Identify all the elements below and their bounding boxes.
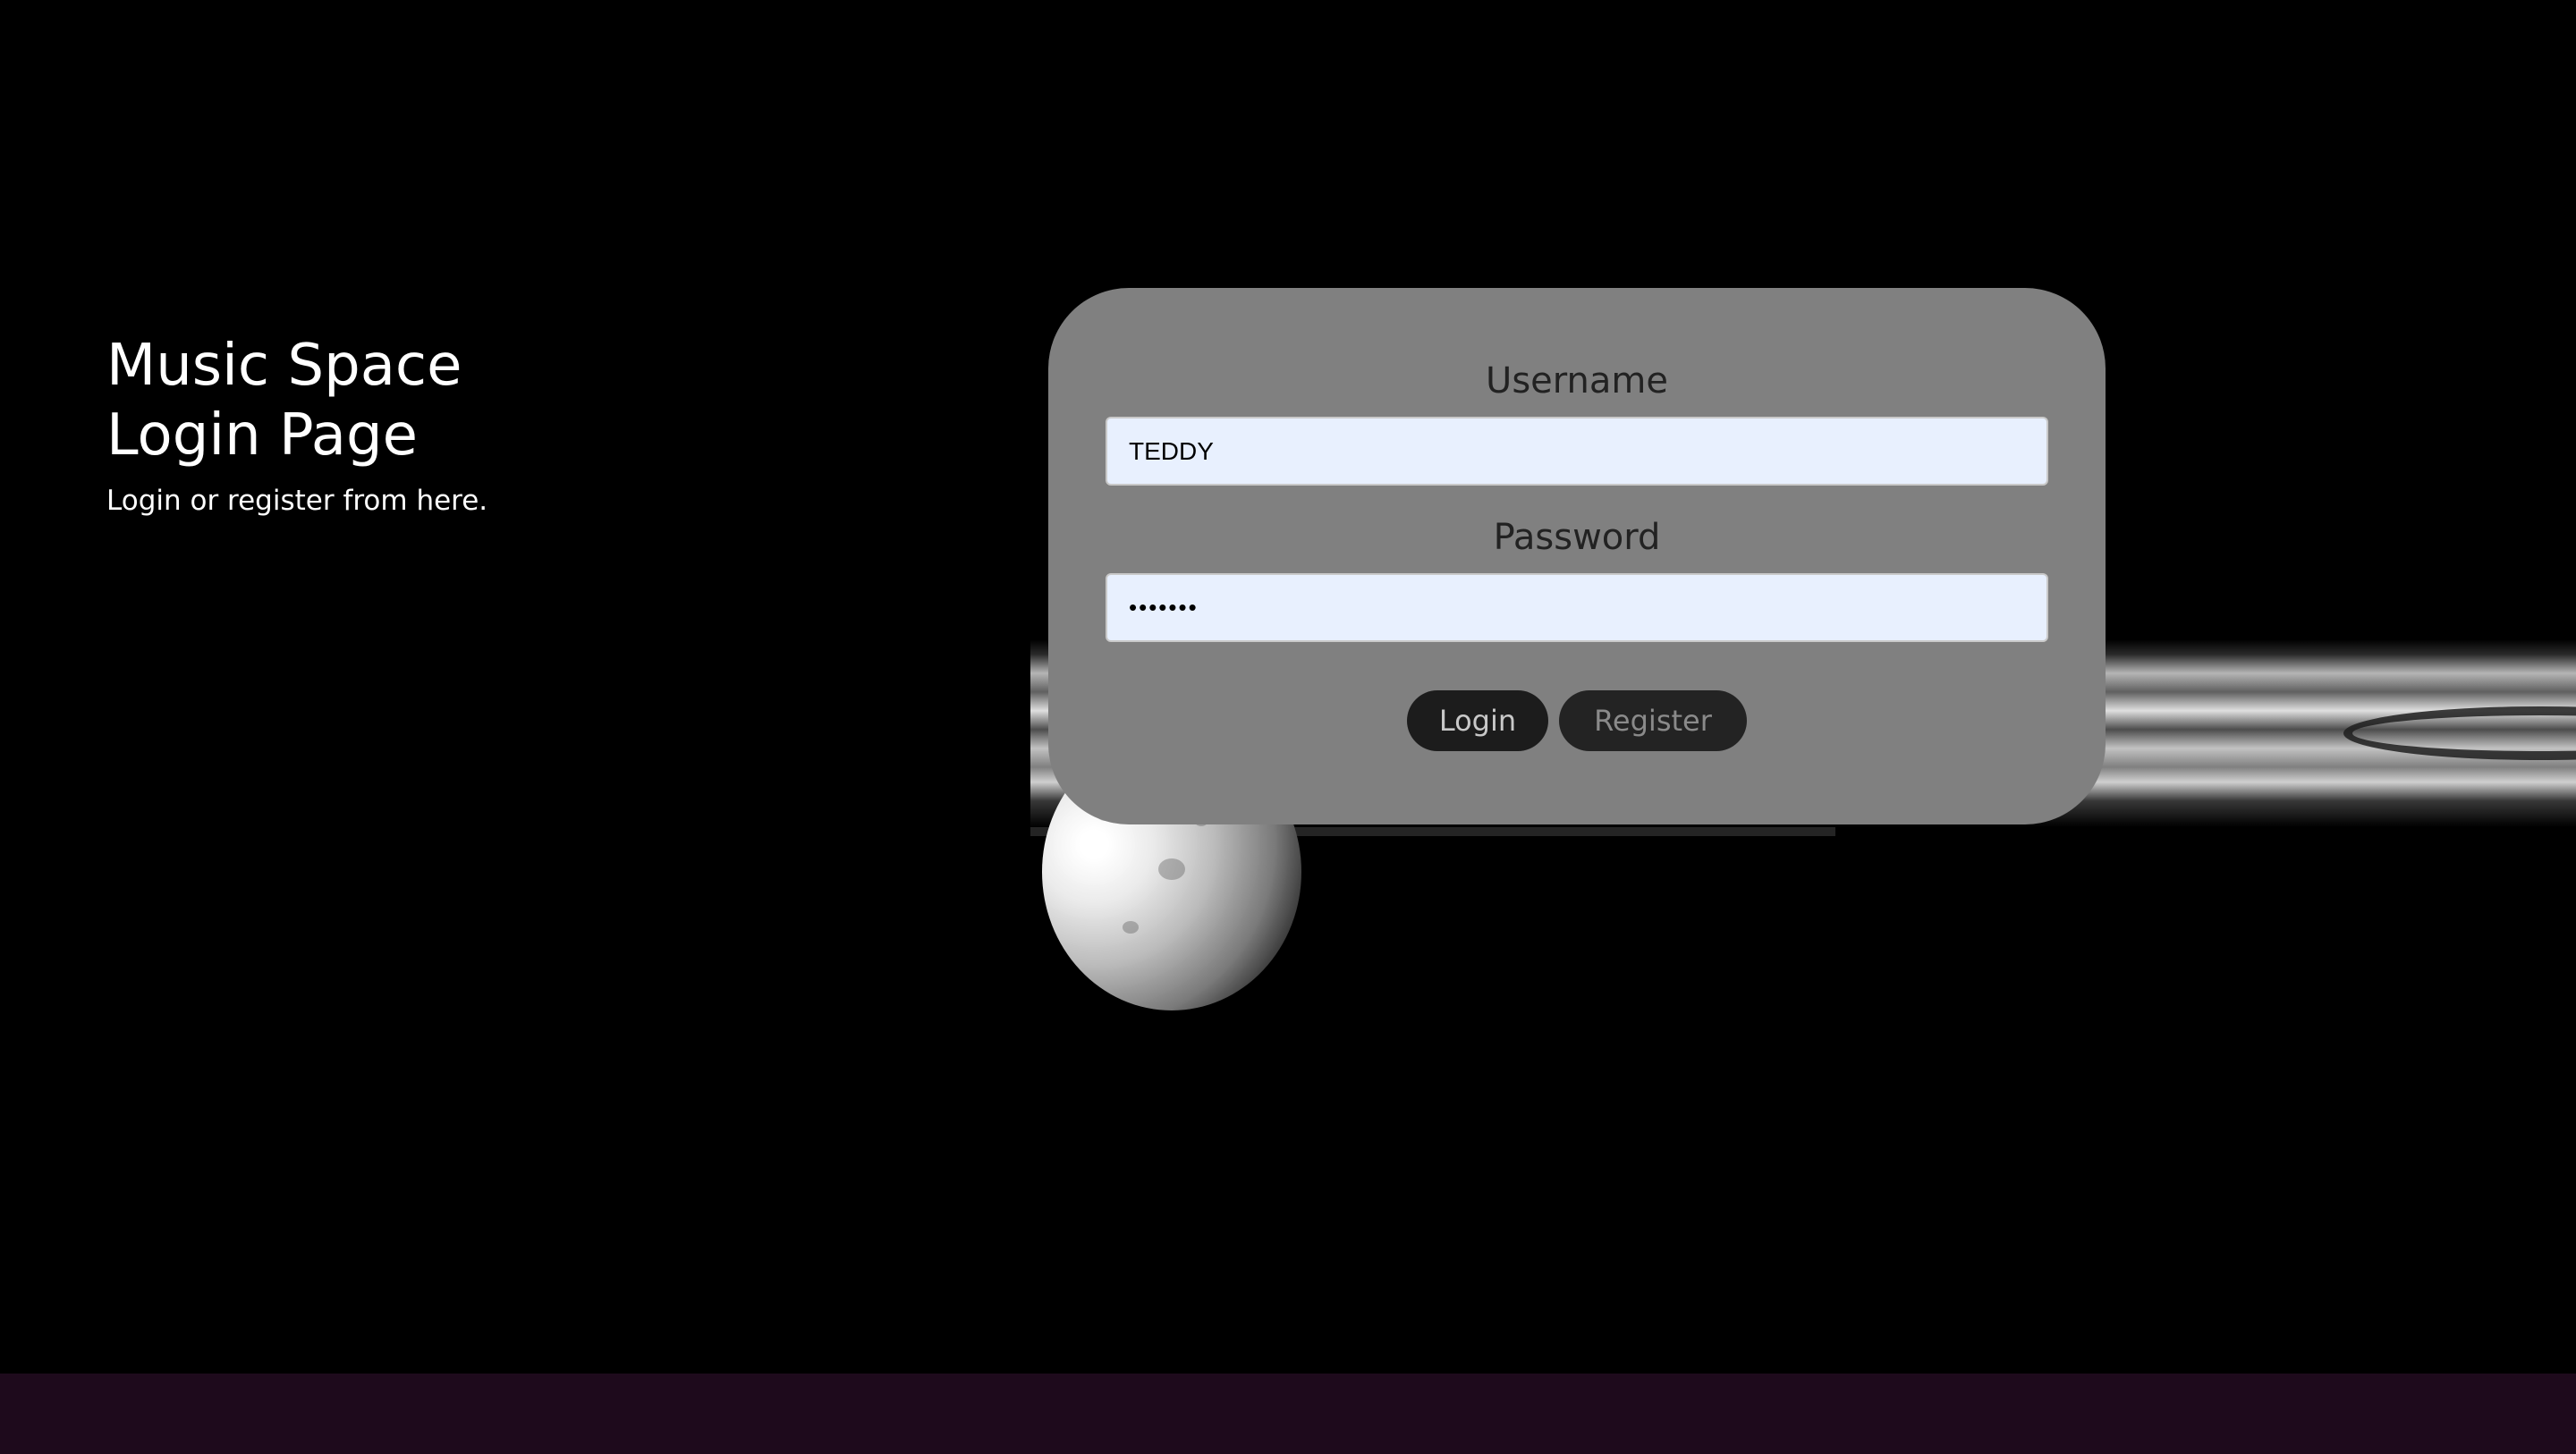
register-button[interactable]: Register <box>1559 690 1747 751</box>
login-button[interactable]: Login <box>1407 690 1548 751</box>
intro-section: Music Space Login Page Login or register… <box>106 331 487 519</box>
moon-crater <box>1123 921 1139 934</box>
page-title: Music Space Login Page <box>106 331 487 470</box>
login-page: Music Space Login Page Login or register… <box>0 0 2576 1454</box>
footer-bar <box>0 1374 2576 1454</box>
login-card: Username Password Login Register <box>1048 288 2106 824</box>
username-input[interactable] <box>1106 417 2048 486</box>
title-line-1: Music Space <box>106 333 462 399</box>
password-label: Password <box>1493 517 1661 558</box>
title-line-2: Login Page <box>106 402 418 469</box>
moon-crater <box>1158 858 1185 880</box>
page-subtitle: Login or register from here. <box>106 485 488 517</box>
password-input[interactable] <box>1106 573 2048 642</box>
form-buttons: Login Register <box>1106 690 2048 751</box>
username-label: Username <box>1486 360 1668 402</box>
